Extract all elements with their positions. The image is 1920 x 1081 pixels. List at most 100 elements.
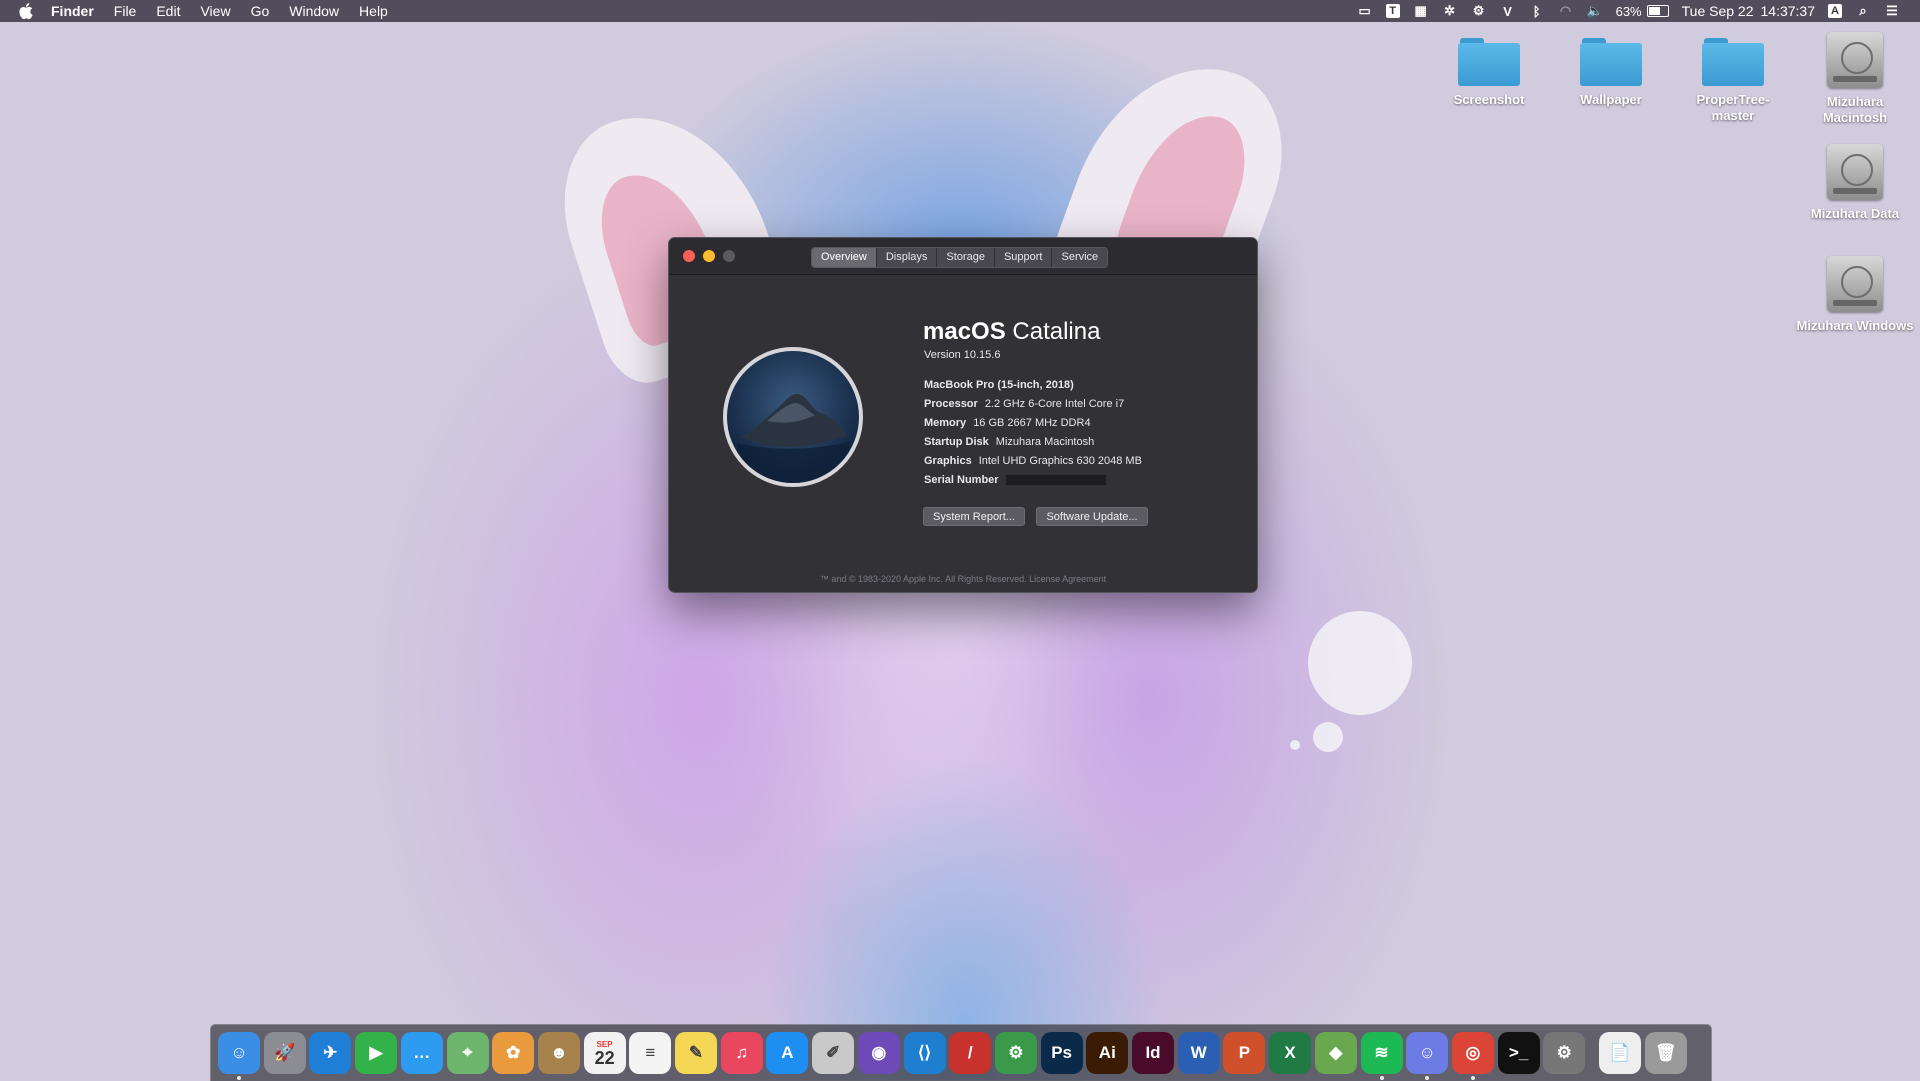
dock-text-document-icon[interactable]: 📄 <box>1599 1032 1641 1074</box>
dock-music-icon[interactable]: ♫ <box>720 1032 763 1074</box>
t-icon[interactable]: T <box>1385 4 1400 18</box>
volume-icon[interactable]: 🔈 <box>1587 3 1603 19</box>
tab-overview[interactable]: Overview <box>812 248 877 267</box>
wifi-icon[interactable]: ◠ <box>1558 3 1574 19</box>
spec-value: Mizuhara Macintosh <box>995 436 1095 448</box>
zoom-button[interactable] <box>723 250 735 262</box>
spec-row-processor: Processor 2.2 GHz 6-Core Intel Core i7 <box>924 395 1142 414</box>
wallpaper-bubble-small <box>1313 722 1343 752</box>
dock: ☺ 🚀 ✈ ▶… ⌖ ✿ ☻ SEP 22 ≡ ✎ ♫ A ✐ ◉ ⟨⟩ / ⚙ Ps Ai Id W P X ◆ ≋ ☺ ◎ >_ ⚙ 📄… <box>210 1024 1712 1081</box>
dock-notes-icon[interactable]: ✎ <box>675 1032 717 1074</box>
dock-reminders-icon[interactable]: ≡ <box>629 1032 672 1074</box>
menu-file[interactable]: File <box>104 0 147 22</box>
dock-indesign-icon[interactable]: Id <box>1132 1032 1174 1074</box>
spec-row-serial: Serial Number <box>924 471 1142 490</box>
menu-view[interactable]: View <box>190 0 240 22</box>
macos-catalina-logo-icon <box>723 347 863 487</box>
battery-icon[interactable] <box>1646 5 1669 17</box>
dock-launchpad-icon[interactable]: 🚀 <box>263 1032 306 1074</box>
apple-menu-icon[interactable] <box>17 3 35 19</box>
desktop-icon-label: Mizuhara Macintosh <box>1822 94 1888 125</box>
dock-trash-icon[interactable]: 🗑 <box>1644 1032 1687 1074</box>
dock-safari-icon[interactable]: ✈ <box>309 1032 352 1074</box>
desktop-folder-propertree[interactable]: ProperTree-master <box>1672 38 1794 124</box>
software-update-button[interactable]: Software Update... <box>1036 507 1148 526</box>
dock-script-editor-icon[interactable]: ✐ <box>812 1032 855 1074</box>
dock-finder-icon[interactable]: ☺ <box>218 1032 260 1074</box>
dock-photoshop-icon[interactable]: Ps <box>1040 1032 1083 1074</box>
spec-key: Processor <box>924 398 978 410</box>
tab-storage[interactable]: Storage <box>937 248 995 267</box>
dock-gear-app-icon[interactable]: ⚙ <box>994 1032 1037 1074</box>
dock-chrome-icon[interactable]: ◎ <box>1451 1032 1494 1074</box>
spec-key: Startup Disk <box>924 436 989 448</box>
desktop-folder-wallpaper[interactable]: Wallpaper <box>1550 38 1672 108</box>
spec-row-graphics: Graphics Intel UHD Graphics 630 2048 MB <box>924 452 1142 471</box>
folder-icon <box>1458 38 1520 86</box>
dock-word-icon[interactable]: W <box>1177 1032 1220 1074</box>
input-source-icon[interactable]: A <box>1828 4 1842 18</box>
spotlight-search-icon[interactable]: ⌕ <box>1855 3 1871 19</box>
v-icon[interactable]: V <box>1500 3 1516 19</box>
desktop-drive-mizuhara-macintosh[interactable]: Mizuhara Macintosh <box>1794 32 1916 126</box>
desktop-icon-label: Screenshot <box>1453 92 1525 107</box>
menu-window[interactable]: Window <box>279 0 349 22</box>
menu-go[interactable]: Go <box>241 0 280 22</box>
dock-vscode-icon[interactable]: ⟨⟩ <box>903 1032 946 1074</box>
dock-excel-icon[interactable]: X <box>1269 1032 1312 1074</box>
window-titlebar[interactable]: Overview Displays Storage Support Servic… <box>669 238 1257 275</box>
menu-edit[interactable]: Edit <box>146 0 190 22</box>
gear-icon[interactable]: ⚙ <box>1471 3 1487 19</box>
dock-calendar-icon[interactable]: SEP 22 <box>583 1032 626 1074</box>
notification-center-icon[interactable]: ☰ <box>1884 3 1900 19</box>
spec-model: MacBook Pro (15-inch, 2018) <box>924 376 1142 395</box>
desktop-icon-label: ProperTree-master <box>1696 92 1770 123</box>
dock-spotify-icon[interactable]: ≋ <box>1360 1032 1403 1074</box>
grid-icon[interactable]: ▦ <box>1413 3 1429 19</box>
about-this-mac-window: Overview Displays Storage Support Servic… <box>668 237 1258 593</box>
running-indicator <box>1379 1076 1384 1080</box>
menubar-time[interactable]: 14:37:37 <box>1761 3 1816 19</box>
dock-terminal-icon[interactable]: >_ <box>1497 1032 1540 1074</box>
dock-facetime-icon[interactable]: ▶ <box>355 1032 398 1074</box>
asterisk-icon[interactable]: ✲ <box>1442 3 1458 19</box>
dock-discord-icon[interactable]: ☺ <box>1406 1032 1449 1074</box>
dock-pen-app-icon[interactable]: / <box>949 1032 992 1074</box>
dock-app-store-icon[interactable]: A <box>766 1032 809 1074</box>
dock-contacts-icon[interactable]: ☻ <box>537 1032 580 1074</box>
menubar-date[interactable]: Tue Sep 22 <box>1682 3 1754 19</box>
tab-service[interactable]: Service <box>1052 248 1108 267</box>
dock-github-desktop-icon[interactable]: ◉ <box>857 1032 900 1074</box>
desktop-drive-mizuhara-data[interactable]: Mizuhara Data <box>1794 144 1916 222</box>
dock-bluestacks-icon[interactable]: ◆ <box>1314 1032 1357 1074</box>
dock-illustrator-icon[interactable]: Ai <box>1086 1032 1129 1074</box>
spec-key: Graphics <box>924 455 972 467</box>
bluetooth-icon[interactable]: ᛒ <box>1529 3 1545 19</box>
desktop-icon-label: Wallpaper <box>1580 92 1642 107</box>
hard-drive-icon <box>1827 144 1883 200</box>
dock-photos-icon[interactable]: ✿ <box>492 1032 535 1074</box>
dock-maps-icon[interactable]: ⌖ <box>446 1032 489 1074</box>
dock-powerpoint-icon[interactable]: P <box>1223 1032 1266 1074</box>
spec-value: 16 GB 2667 MHz DDR4 <box>973 417 1091 429</box>
menu-app-name[interactable]: Finder <box>41 0 104 22</box>
folder-icon <box>1702 38 1764 86</box>
desktop-drive-mizuhara-windows[interactable]: Mizuhara Windows <box>1794 256 1916 334</box>
desktop-icon-label: Mizuhara Data <box>1810 206 1900 221</box>
dock-system-preferences-icon[interactable]: ⚙ <box>1543 1032 1586 1074</box>
system-report-button[interactable]: System Report... <box>923 507 1025 526</box>
os-name: macOS Catalina <box>923 318 1100 346</box>
battery-percent[interactable]: 63% <box>1616 4 1642 19</box>
menu-bar: Finder File Edit View Go Window Help ▭ T… <box>0 0 1920 22</box>
tab-displays[interactable]: Displays <box>876 248 938 267</box>
menu-help[interactable]: Help <box>349 0 398 22</box>
copyright-footer[interactable]: ™ and © 1983-2020 Apple Inc. All Rights … <box>669 574 1257 584</box>
minimize-button[interactable] <box>703 250 715 262</box>
close-button[interactable] <box>683 250 695 262</box>
desktop-folder-screenshot[interactable]: Screenshot <box>1428 38 1550 108</box>
about-tabs: Overview Displays Storage Support Servic… <box>811 247 1109 268</box>
dock-messages-icon[interactable]: … <box>400 1032 443 1074</box>
tab-support[interactable]: Support <box>994 248 1053 267</box>
notification-icon[interactable]: ▭ <box>1357 3 1373 19</box>
wallpaper-bubble-tiny <box>1290 740 1300 750</box>
